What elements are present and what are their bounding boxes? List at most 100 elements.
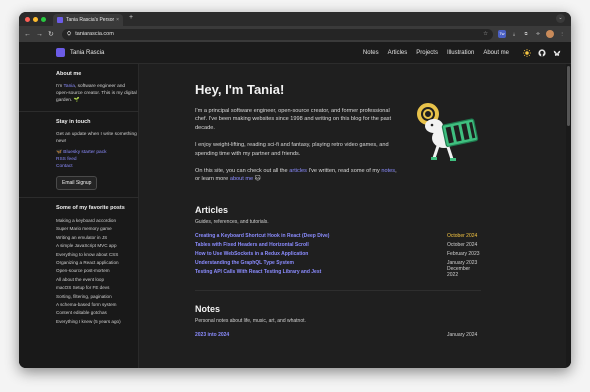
article-title[interactable]: Understanding the GraphQL Type System	[195, 260, 294, 266]
about-tania-link[interactable]: Tania	[64, 84, 75, 89]
ram-mascot-illustration	[414, 98, 480, 173]
nav-icons	[523, 48, 561, 57]
extension-icon[interactable]: Tw	[498, 30, 506, 38]
links-paragraph: On this site, you can check out all the …	[195, 168, 397, 183]
favorite-post-link[interactable]: Sorting, filtering, pagination	[56, 293, 138, 301]
article-date: February 2023	[447, 251, 480, 258]
favorite-posts-heading: Some of my favorite posts	[56, 205, 125, 211]
favicon-icon	[57, 17, 63, 23]
article-row[interactable]: Testing API Calls With React Testing Lib…	[195, 266, 481, 279]
favorite-post-link[interactable]: Open-source post-mortem	[56, 267, 138, 275]
note-row[interactable]: 2023 into 2024 January 2024	[195, 331, 481, 340]
theme-toggle-sun-icon[interactable]	[523, 48, 531, 57]
site-brand[interactable]: Tania Rascia	[56, 48, 104, 57]
favorite-post-link[interactable]: All about the event loop	[56, 276, 138, 284]
reload-icon[interactable]: ↻	[48, 30, 54, 38]
tab-search-icon[interactable]: ⌄	[556, 14, 565, 23]
main-content: Hey, I'm Tania! I'm a principal software…	[195, 64, 481, 340]
tab-close-icon[interactable]: ×	[116, 17, 119, 23]
stay-in-touch-heading: Stay in touch	[56, 119, 91, 125]
nav-link-projects[interactable]: Projects	[416, 50, 438, 56]
back-icon[interactable]: ←	[24, 31, 31, 38]
sidebar: About me I'm Tania, software engineer an…	[19, 64, 139, 368]
about-heading: About me	[56, 71, 82, 77]
tab-bar: Tania Rascia's Personal Web... × + ⌄	[19, 12, 571, 26]
article-title[interactable]: Tables with Fixed Headers and Horizontal…	[195, 242, 309, 248]
notes-list: 2023 into 2024 January 2024	[195, 331, 481, 340]
favorite-post-link[interactable]: Everything to know about CSS	[56, 251, 138, 259]
hobbies-paragraph: I enjoy weight-lifting, reading sci-fi a…	[195, 142, 389, 157]
article-row[interactable]: Tables with Fixed Headers and Horizontal…	[195, 241, 481, 250]
article-date: December 2022	[447, 266, 471, 279]
note-title[interactable]: 2023 into 2024	[195, 332, 229, 338]
browser-tab[interactable]: Tania Rascia's Personal Web... ×	[53, 14, 123, 26]
favorite-post-link[interactable]: macOS Setup for FE devs	[56, 284, 138, 292]
tab-title: Tania Rascia's Personal Web...	[66, 17, 115, 23]
browser-window: Tania Rascia's Personal Web... × + ⌄ ← →…	[19, 12, 571, 368]
nav-link-about[interactable]: About me	[483, 50, 509, 56]
article-title[interactable]: How to Use WebSockets in a Redux Applica…	[195, 251, 308, 257]
favorite-post-link[interactable]: Organizing a React application	[56, 259, 138, 267]
nav-links: Notes Articles Projects Illustration Abo…	[363, 50, 509, 56]
favorite-post-link[interactable]: Content editable gotchas	[56, 309, 138, 317]
article-date: October 2024	[447, 242, 478, 249]
nav-link-articles[interactable]: Articles	[388, 50, 408, 56]
scrollbar-thumb[interactable]	[567, 66, 570, 126]
favorite-post-link[interactable]: Everything I knew (5 years ago)	[56, 318, 138, 326]
section-divider	[195, 289, 481, 291]
forward-icon[interactable]: →	[36, 31, 43, 38]
close-window-button[interactable]	[25, 16, 30, 22]
favorite-post-link[interactable]: Writing an emulator in JS	[56, 234, 138, 242]
article-row[interactable]: Understanding the GraphQL Type System Jan…	[195, 259, 481, 268]
contact-link[interactable]: Contact	[56, 163, 138, 170]
nav-link-notes[interactable]: Notes	[363, 50, 379, 56]
favorite-post-link[interactable]: Making a keyboard accordion	[56, 217, 138, 225]
article-title[interactable]: Testing API Calls With React Testing Lib…	[195, 269, 321, 275]
articles-list: Creating a Keyboard Shortcut Hook in Rea…	[195, 232, 481, 279]
articles-link[interactable]: articles	[289, 168, 307, 174]
new-tab-button[interactable]: +	[129, 14, 133, 21]
article-title[interactable]: Creating a Keyboard Shortcut Hook in Rea…	[195, 233, 329, 239]
site-nav: Tania Rascia Notes Articles Projects Ill…	[19, 42, 571, 64]
address-bar[interactable]: ⛭ taniarascia.com ☆	[61, 28, 493, 40]
contact-links: 🦋 Bluesky starter pack RSS feed Contact	[56, 149, 138, 170]
puzzle-extensions-icon[interactable]: ✣	[534, 30, 542, 38]
site-logo-icon	[56, 48, 65, 57]
collections-icon[interactable]: ⧉	[522, 30, 530, 38]
article-row[interactable]: Creating a Keyboard Shortcut Hook in Rea…	[195, 232, 481, 241]
github-icon[interactable]	[538, 48, 546, 57]
menu-icon[interactable]: ⋮	[558, 30, 566, 38]
about-text: I'm Tania, software engineer and open-so…	[56, 84, 137, 103]
favorite-post-link[interactable]: A schema-based form system	[56, 301, 138, 309]
article-row[interactable]: How to Use WebSockets in a Redux Applica…	[195, 250, 481, 259]
note-date: January 2024	[447, 332, 478, 339]
favorite-post-link[interactable]: A simple JavaScript MVC app	[56, 242, 138, 250]
site-info-icon[interactable]: ⛭	[67, 31, 71, 38]
extensions-area: Tw ⤓ ⧉ ✣ ⋮	[498, 30, 566, 38]
divider	[19, 197, 139, 198]
bookmark-star-icon[interactable]: ☆	[483, 31, 488, 37]
bluesky-starter-pack-link[interactable]: 🦋 Bluesky starter pack	[56, 149, 138, 156]
intro-paragraph: I'm a principal software engineer, open-…	[195, 108, 392, 131]
divider	[19, 111, 139, 112]
page-scrollbar[interactable]	[566, 64, 571, 368]
about-me-link[interactable]: about me	[230, 176, 253, 182]
minimize-window-button[interactable]	[33, 16, 38, 22]
email-signup-button[interactable]: Email Signup	[56, 176, 98, 190]
browser-toolbar: ← → ↻ ⛭ taniarascia.com ☆ Tw ⤓ ⧉ ✣ ⋮	[19, 26, 571, 42]
favorite-post-link[interactable]: Super Mario memory game	[56, 225, 138, 233]
profile-icon[interactable]	[546, 30, 554, 38]
hero-title: Hey, I'm Tania!	[195, 82, 285, 97]
notes-heading: Notes	[195, 303, 221, 314]
bluesky-icon[interactable]	[553, 49, 561, 57]
download-icon[interactable]: ⤓	[510, 30, 518, 38]
notes-link[interactable]: notes	[381, 168, 395, 174]
articles-subtitle: Guides, references, and tutorials.	[195, 218, 269, 225]
stay-in-touch-text: Get an update when I write something new…	[56, 132, 137, 144]
maximize-window-button[interactable]	[41, 16, 46, 22]
rss-feed-link[interactable]: RSS feed	[56, 156, 138, 163]
url-text: taniarascia.com	[75, 31, 114, 37]
webpage: Tania Rascia Notes Articles Projects Ill…	[19, 42, 571, 368]
nav-link-illustration[interactable]: Illustration	[447, 50, 474, 56]
notes-subtitle: Personal notes about life, music, art, a…	[195, 317, 306, 324]
